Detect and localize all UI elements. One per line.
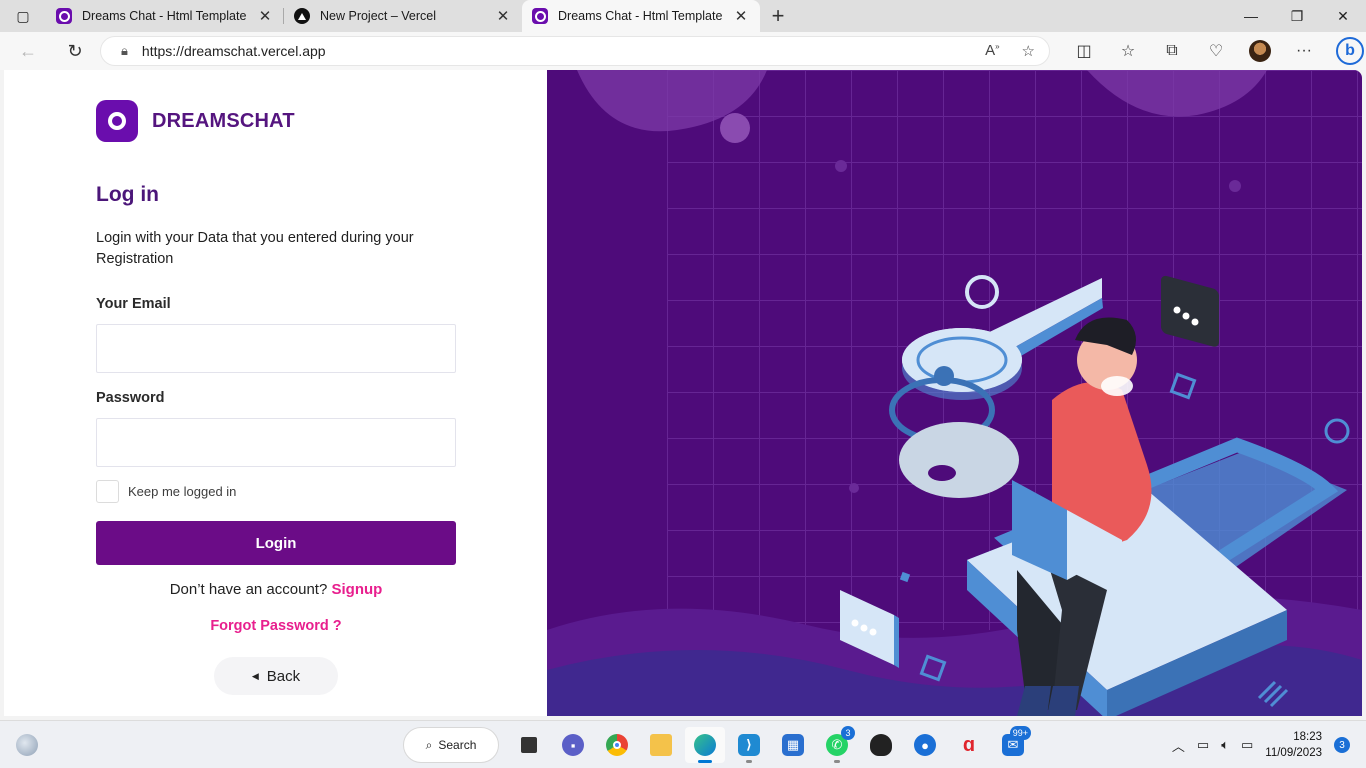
tab-actions-icon[interactable]: ▢ — [0, 0, 46, 32]
system-tray: ︿ ▭ 🔈︎ ▭ 18:23 11/09/2023 3 — [1172, 721, 1366, 768]
notification-badge[interactable]: 3 — [1334, 737, 1350, 753]
collections-icon[interactable]: ⧉ — [1150, 32, 1194, 70]
keep-logged-in-checkbox[interactable] — [96, 480, 119, 503]
running-indicator — [746, 760, 752, 763]
more-menu-icon[interactable]: ··· — [1282, 32, 1326, 70]
restore-icon[interactable]: ❐ — [1274, 0, 1320, 32]
whatsapp-badge: 3 — [841, 726, 855, 740]
tab-title: Dreams Chat - Html Template — [82, 9, 247, 23]
password-field[interactable] — [96, 418, 456, 467]
browser-tab-active[interactable]: Dreams Chat - Html Template ✕ — [522, 0, 760, 32]
back-button-label: Back — [266, 667, 301, 685]
tab-title: Dreams Chat - Html Template — [558, 9, 723, 23]
active-indicator — [698, 760, 712, 763]
forgot-password-link[interactable]: Forgot Password ? — [96, 618, 456, 634]
hero-illustration — [547, 70, 1362, 716]
browser-tab[interactable]: New Project – Vercel ✕ — [284, 0, 522, 32]
clock-time: 18:23 — [1293, 731, 1322, 743]
close-window-icon[interactable]: ✕ — [1320, 0, 1366, 32]
search-icon: ⌕ — [425, 737, 433, 752]
brand-header: DREAMSCHAT — [96, 100, 295, 142]
lock-icon[interactable]: 🔒︎ — [121, 43, 128, 59]
browser-tab-bar: ▢ Dreams Chat - Html Template ✕ New Proj… — [0, 0, 1366, 32]
speaker-icon[interactable]: 🔈︎ — [1221, 737, 1229, 753]
task-view-icon[interactable] — [509, 727, 549, 763]
airtel-icon[interactable]: ɑ — [949, 727, 989, 763]
login-description: Login with your Data that you entered du… — [96, 230, 414, 267]
login-illustration — [547, 70, 1362, 716]
chrome-icon[interactable] — [597, 727, 637, 763]
ms-store-icon[interactable]: ▦ — [773, 727, 813, 763]
address-toolbar: ← ↻ 🔒︎ https://dreamschat.vercel.app A» … — [0, 32, 1366, 70]
back-arrow-icon[interactable]: ← — [9, 36, 47, 66]
widgets-weather-icon[interactable] — [16, 734, 38, 756]
file-explorer-icon[interactable] — [641, 727, 681, 763]
login-button[interactable]: Login — [96, 521, 456, 565]
close-tab-icon[interactable]: ✕ — [732, 7, 750, 25]
back-button[interactable]: ◀ Back — [214, 657, 338, 695]
brand-name: DREAMSCHAT — [152, 109, 295, 132]
mail-icon[interactable]: ✉ 99+ — [993, 726, 1033, 763]
email-label: Your Email — [96, 296, 171, 312]
keep-logged-in-label[interactable]: Keep me logged in — [128, 484, 236, 499]
linux-penguin-icon[interactable] — [861, 727, 901, 763]
read-aloud-icon[interactable]: A» — [985, 42, 999, 60]
chevron-up-icon[interactable]: ︿ — [1172, 736, 1185, 755]
caret-left-icon: ◀ — [251, 670, 259, 681]
bing-copilot-icon[interactable]: b — [1336, 37, 1364, 65]
favorite-star-icon[interactable]: ☆ — [1022, 42, 1035, 60]
dreamschat-favicon-icon — [532, 8, 548, 24]
display-icon[interactable]: ▭ — [1197, 737, 1209, 753]
address-bar[interactable]: 🔒︎ https://dreamschat.vercel.app A» ☆ — [100, 36, 1050, 66]
close-tab-icon[interactable]: ✕ — [494, 7, 512, 25]
browser-essentials-icon[interactable]: ♡ — [1194, 32, 1238, 70]
split-screen-icon[interactable]: ◫ — [1062, 32, 1106, 70]
dreamschat-logo-icon — [96, 100, 138, 142]
login-panel: DREAMSCHAT Log in Login with your Data t… — [4, 70, 547, 716]
close-tab-icon[interactable]: ✕ — [256, 7, 274, 25]
clock[interactable]: 18:23 11/09/2023 — [1265, 729, 1322, 761]
taskbar-search[interactable]: ⌕ Search — [403, 727, 499, 763]
running-indicator — [834, 760, 840, 763]
tab-title: New Project – Vercel — [320, 9, 437, 23]
browser-tab[interactable]: Dreams Chat - Html Template ✕ — [46, 0, 284, 32]
edge-icon[interactable] — [685, 727, 725, 763]
page-viewport: DREAMSCHAT Log in Login with your Data t… — [4, 70, 1362, 716]
dreamschat-favicon-icon — [56, 8, 72, 24]
favorites-icon[interactable]: ☆ — [1106, 32, 1150, 70]
profile-avatar[interactable] — [1238, 32, 1282, 70]
teams-chat-icon[interactable]: ▪ — [553, 727, 593, 763]
window-controls: — ❐ ✕ — [1228, 0, 1366, 32]
taskbar-search-label: Search — [438, 738, 477, 752]
signup-prompt: Don’t have an account? Signup — [96, 581, 456, 598]
mail-badge: 99+ — [1009, 726, 1031, 740]
vscode-icon[interactable]: ⟩ — [729, 727, 769, 763]
battery-icon[interactable]: ▭ — [1241, 737, 1253, 753]
password-label: Password — [96, 390, 165, 406]
minimize-icon[interactable]: — — [1228, 0, 1274, 32]
signup-link[interactable]: Signup — [331, 581, 382, 598]
refresh-icon[interactable]: ↻ — [56, 36, 94, 66]
whatsapp-icon[interactable]: ✆ 3 — [817, 726, 857, 763]
maps-icon[interactable]: ● — [905, 727, 945, 763]
url-text[interactable]: https://dreamschat.vercel.app — [142, 43, 326, 59]
vercel-favicon-icon — [294, 8, 310, 24]
page-title: Log in — [96, 183, 159, 206]
new-tab-icon[interactable]: + — [760, 0, 796, 32]
clock-date: 11/09/2023 — [1265, 747, 1322, 759]
email-field[interactable] — [96, 324, 456, 373]
decor-circle — [720, 113, 750, 143]
no-account-text: Don’t have an account? — [169, 581, 328, 598]
windows-start-icon[interactable] — [353, 727, 393, 763]
windows-taskbar: ⌕ Search ▪ ⟩ ▦ ✆ 3 ● ɑ ✉ 99+ ︿ ▭ 🔈︎ ▭ 18:2… — [0, 720, 1366, 768]
